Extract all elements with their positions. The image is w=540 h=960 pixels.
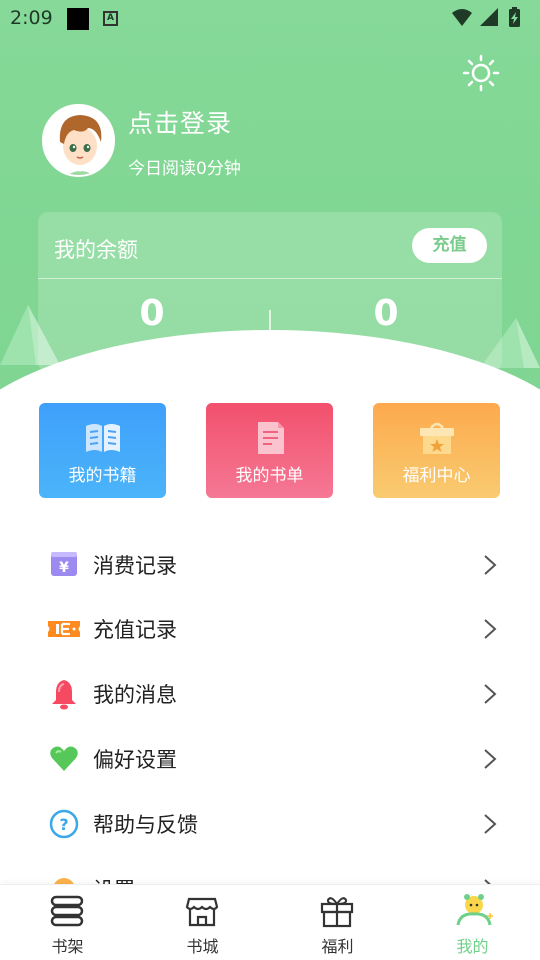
welfare-center-tile[interactable]: 福利中心 bbox=[373, 403, 500, 498]
chevron-right-icon bbox=[484, 749, 497, 769]
coupons-balance[interactable]: 0 书券 bbox=[286, 292, 486, 363]
status-time: 2:09 bbox=[10, 7, 53, 29]
book-open-icon bbox=[86, 424, 120, 452]
avatar[interactable] bbox=[42, 104, 115, 177]
menu-label: 偏好设置 bbox=[93, 748, 177, 772]
yuan-wallet-icon: ¥ bbox=[51, 552, 77, 576]
gift-box-icon bbox=[420, 422, 454, 454]
nav-mine[interactable]: 我的 bbox=[405, 885, 540, 960]
beans-value: 0 bbox=[139, 293, 165, 334]
beans-balance[interactable]: 0 青豆 bbox=[52, 292, 252, 363]
my-books-label: 我的书籍 bbox=[68, 466, 137, 486]
menu-item-recharge-records[interactable]: 充值记录 bbox=[0, 597, 540, 661]
menu-item-my-messages[interactable]: 我的消息 bbox=[0, 662, 540, 726]
help-circle-icon: ? bbox=[49, 809, 79, 839]
bell-icon bbox=[52, 680, 76, 710]
heart-icon bbox=[50, 746, 78, 771]
notification-a-icon: A bbox=[103, 11, 118, 26]
my-booklists-label: 我的书单 bbox=[235, 466, 304, 486]
beans-label: 青豆 bbox=[135, 343, 169, 363]
chevron-right-icon bbox=[484, 814, 497, 834]
svg-text:¥: ¥ bbox=[59, 560, 69, 576]
recharge-button[interactable]: 充值 bbox=[412, 228, 487, 263]
document-icon bbox=[258, 422, 284, 454]
reading-time-text: 今日阅读0分钟 bbox=[128, 159, 241, 179]
nav-label: 书架 bbox=[51, 937, 84, 956]
coupons-value: 0 bbox=[373, 293, 399, 334]
nav-label: 我的 bbox=[456, 937, 489, 956]
balance-card: 我的余额 充值 0 青豆 0 书券 bbox=[38, 212, 502, 372]
coupons-label: 书券 bbox=[369, 343, 403, 363]
menu-label: 充值记录 bbox=[93, 618, 177, 642]
menu-item-help-feedback[interactable]: ? 帮助与反馈 bbox=[0, 792, 540, 856]
store-icon bbox=[185, 897, 219, 927]
menu-label: 帮助与反馈 bbox=[93, 813, 198, 837]
chevron-right-icon bbox=[484, 684, 497, 704]
bottom-navigation: 书架 书城 福利 我的 bbox=[0, 884, 540, 960]
sun-icon[interactable] bbox=[462, 54, 500, 92]
nav-label: 书城 bbox=[186, 937, 219, 956]
signal-icon bbox=[480, 8, 498, 26]
nav-bookstore[interactable]: 书城 bbox=[135, 885, 270, 960]
nav-bookshelf[interactable]: 书架 bbox=[0, 885, 135, 960]
wifi-icon bbox=[452, 9, 472, 26]
ticket-icon bbox=[48, 621, 80, 637]
menu-label: 我的消息 bbox=[93, 683, 177, 707]
balance-divider bbox=[38, 278, 502, 279]
balance-vertical-divider bbox=[269, 310, 271, 340]
menu-label: 消费记录 bbox=[93, 554, 177, 578]
balance-title: 我的余额 bbox=[54, 238, 138, 262]
profile-mascot-icon bbox=[450, 894, 493, 926]
status-icons bbox=[452, 7, 520, 27]
nav-label: 福利 bbox=[321, 937, 354, 956]
svg-text:?: ? bbox=[59, 815, 68, 834]
battery-charging-icon bbox=[509, 7, 520, 27]
menu-item-consumption-records[interactable]: ¥ 消费记录 bbox=[0, 533, 540, 597]
chevron-right-icon bbox=[484, 619, 497, 639]
status-bar: 2:09 A bbox=[0, 0, 540, 36]
notification-square-icon bbox=[67, 8, 89, 30]
menu-item-preferences[interactable]: 偏好设置 bbox=[0, 727, 540, 791]
chevron-right-icon bbox=[484, 555, 497, 575]
bookshelf-icon bbox=[50, 895, 84, 927]
nav-welfare[interactable]: 福利 bbox=[270, 885, 405, 960]
my-books-tile[interactable]: 我的书籍 bbox=[39, 403, 166, 498]
my-booklists-tile[interactable]: 我的书单 bbox=[206, 403, 333, 498]
login-link[interactable]: 点击登录 bbox=[128, 104, 232, 140]
welfare-center-label: 福利中心 bbox=[402, 466, 471, 486]
gift-icon bbox=[320, 897, 354, 928]
